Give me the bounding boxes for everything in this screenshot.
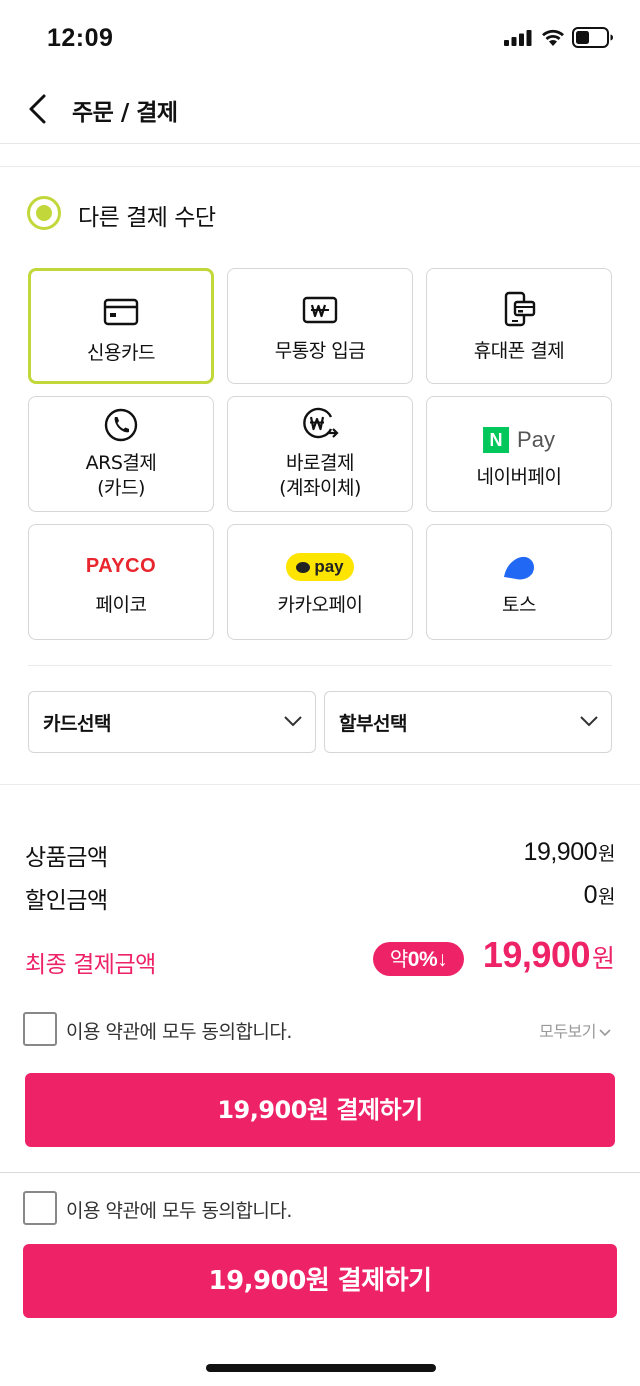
sticky-bottom-bar: 이용 약관에 모두 동의합니다. 19,900원 결제하기: [0, 1172, 640, 1386]
agree-terms-label-sticky: 이용 약관에 모두 동의합니다.: [66, 1200, 292, 1222]
other-payment-radio[interactable]: [27, 196, 61, 230]
tile-label: 신용카드: [87, 342, 155, 364]
other-payment-label: 다른 결제 수단: [78, 205, 216, 231]
kakao-pay-logo: pay: [286, 553, 354, 581]
tile-label: 페이코: [95, 594, 147, 616]
back-arrow-icon[interactable]: [26, 92, 50, 126]
payment-option-mobile[interactable]: 휴대폰 결제: [426, 268, 612, 384]
final-amount-label: 최종 결제금액: [25, 952, 156, 978]
final-amount-value: 19,900원: [482, 934, 615, 975]
payment-option-ars[interactable]: ARS결제 (카드): [28, 396, 214, 512]
payco-logo: PAYCO: [85, 555, 157, 577]
pay-button[interactable]: 19,900원 결제하기: [25, 1073, 615, 1147]
section-divider: [28, 665, 612, 666]
tile-label: 무통장 입금: [274, 340, 366, 362]
payment-option-bank-deposit[interactable]: 무통장 입금: [227, 268, 413, 384]
product-amount-value: 19,900원: [523, 838, 616, 866]
discount-amount-value: 0원: [583, 881, 616, 909]
product-amount-label: 상품금액: [25, 845, 108, 871]
signal-icon: [504, 30, 532, 46]
section-divider: [0, 166, 640, 167]
status-bar: 12:09: [0, 0, 640, 74]
payment-option-toss[interactable]: 토스: [426, 524, 612, 640]
discount-rate-badge: 약0%↓: [373, 942, 464, 976]
chevron-down-icon: [599, 1028, 611, 1036]
won-transfer-icon: [303, 407, 339, 439]
tile-label: 바로결제 (계좌이체): [279, 452, 361, 499]
pay-button-sticky[interactable]: 19,900원 결제하기: [23, 1244, 617, 1318]
credit-card-icon: [103, 298, 139, 326]
chevron-down-icon: [284, 716, 302, 727]
discount-amount-row: 할인금액 0원: [25, 881, 615, 917]
section-divider: [0, 784, 640, 785]
toss-logo: [504, 556, 534, 580]
product-amount-row: 상품금액 19,900원: [25, 838, 615, 874]
payment-option-kakao-pay[interactable]: pay 카카오페이: [227, 524, 413, 640]
chevron-down-icon: [580, 716, 598, 727]
tile-label: 토스: [502, 594, 536, 616]
naver-pay-logo: N Pay: [483, 427, 555, 453]
wifi-icon: [542, 29, 564, 46]
agree-terms-checkbox[interactable]: [23, 1012, 57, 1046]
agree-terms-checkbox-sticky[interactable]: [23, 1191, 57, 1225]
installment-select[interactable]: 할부선택: [324, 691, 612, 753]
won-bill-icon: [302, 296, 338, 324]
payment-option-credit-card[interactable]: 신용카드: [28, 268, 214, 384]
payment-option-naver-pay[interactable]: N Pay 네이버페이: [426, 396, 612, 512]
battery-icon: [572, 27, 613, 48]
mobile-pay-icon: [504, 291, 536, 327]
home-indicator: [206, 1364, 436, 1372]
header: 주문 / 결제: [0, 74, 640, 144]
phone-call-icon: [104, 408, 138, 442]
see-all-terms-link[interactable]: 모두보기: [539, 1018, 612, 1042]
tile-label: ARS결제 (카드): [85, 452, 157, 499]
page-title: 주문 / 결제: [72, 100, 178, 126]
agree-terms-label: 이용 약관에 모두 동의합니다.: [66, 1021, 292, 1043]
tile-label: 휴대폰 결제: [473, 340, 565, 362]
status-time: 12:09: [47, 24, 114, 52]
tile-label: 카카오페이: [277, 594, 363, 616]
tile-label: 네이버페이: [476, 466, 562, 488]
discount-amount-label: 할인금액: [25, 888, 108, 914]
card-select[interactable]: 카드선택: [28, 691, 316, 753]
payment-option-payco[interactable]: PAYCO 페이코: [28, 524, 214, 640]
payment-option-direct-transfer[interactable]: 바로결제 (계좌이체): [227, 396, 413, 512]
